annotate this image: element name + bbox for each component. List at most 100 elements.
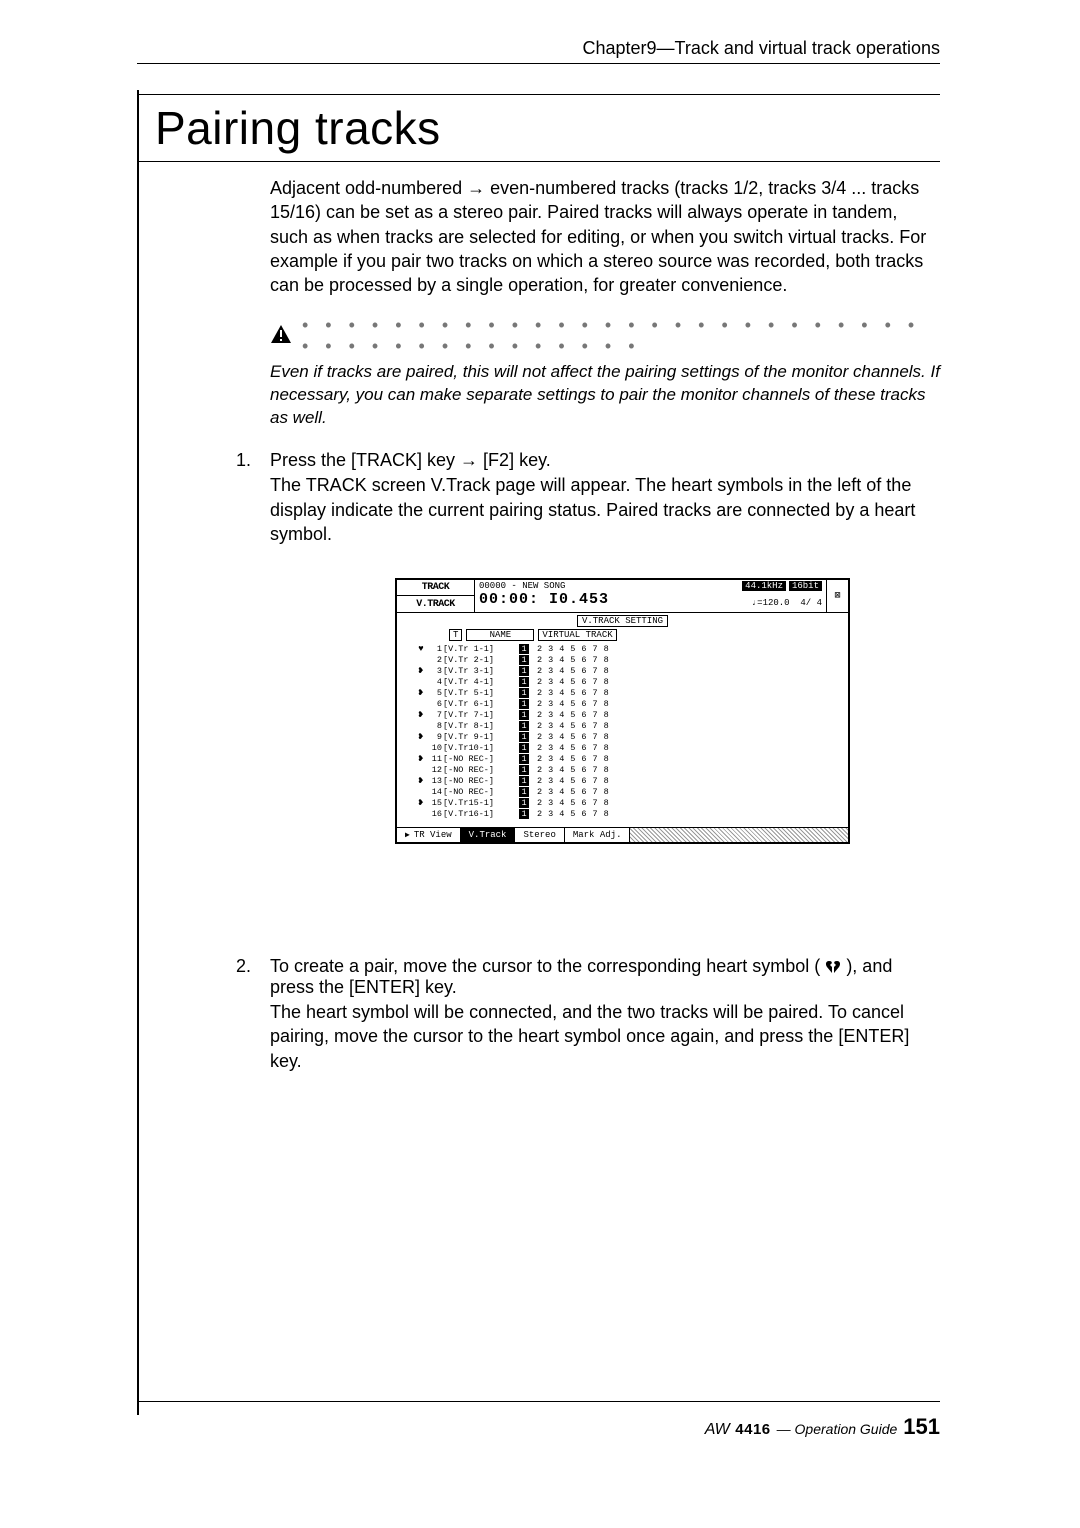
pair-heart-icon: ❥: [415, 710, 427, 720]
vtrack-numbers: 2345678: [529, 710, 615, 720]
lcd-bottom-tab-label: Stereo: [523, 830, 555, 840]
track-name: [-NO REC-]: [443, 754, 517, 764]
vtrack-numbers: 2345678: [529, 666, 615, 676]
lcd-bottom-tab: Mark Adj.: [565, 828, 631, 842]
step-1-heading: Press the [TRACK] key → [F2] key.: [270, 450, 940, 471]
vtrack-numbers: 2345678: [529, 688, 615, 698]
current-vtrack: 1: [519, 688, 529, 698]
lcd-track-row: 14[-NO REC-]12345678: [415, 786, 838, 797]
track-name: [V.Tr 4-1]: [443, 677, 517, 687]
step-1: 1. Press the [TRACK] key → [F2] key. The…: [270, 450, 940, 546]
lcd-bottom-fill: [630, 828, 848, 842]
lcd-track-row: ❥15[V.Tr15-1]12345678: [415, 797, 838, 808]
current-vtrack: 1: [519, 699, 529, 709]
warning-icon: [270, 324, 292, 349]
lcd-bottom-tab-label: TR View: [414, 830, 452, 840]
current-vtrack: 1: [519, 809, 529, 819]
lcd-col-virtual-track: VIRTUAL TRACK: [538, 629, 616, 641]
step-2-number: 2.: [236, 956, 270, 1073]
pair-heart-icon: ❥: [415, 666, 427, 676]
intro-paragraph: Adjacent odd-numbered → even-numbered tr…: [270, 176, 940, 297]
footer-model: 4416: [735, 1421, 770, 1438]
pair-heart-icon: ❥: [415, 754, 427, 764]
current-vtrack: 1: [519, 765, 529, 775]
vtrack-numbers: 2345678: [529, 776, 615, 786]
track-index: 12: [427, 765, 443, 775]
track-name: [V.Tr 2-1]: [443, 655, 517, 665]
current-vtrack: 1: [519, 787, 529, 797]
vtrack-numbers: 2345678: [529, 754, 615, 764]
current-vtrack: 1: [519, 743, 529, 753]
track-index: 4: [427, 677, 443, 687]
track-name: [V.Tr16-1]: [443, 809, 517, 819]
lcd-meter: 4/ 4: [800, 598, 822, 608]
pair-heart-icon: ❥: [415, 688, 427, 698]
lcd-left-tabs: TRACK V.TRACK: [397, 580, 475, 612]
lcd-track-row: 8[V.Tr 8-1]12345678: [415, 720, 838, 731]
track-index: 3: [427, 666, 443, 676]
track-name: [V.Tr 7-1]: [443, 710, 517, 720]
lcd-badge-bitdepth: 16bit: [789, 581, 822, 591]
lcd-col-name: NAME: [466, 629, 534, 641]
track-index: 1: [427, 644, 443, 654]
lcd-bottom-tab: Stereo: [515, 828, 564, 842]
track-index: 7: [427, 710, 443, 720]
lcd-tempo: ♩=120.0: [752, 598, 790, 608]
vtrack-numbers: 2345678: [529, 765, 615, 775]
lcd-tab-vtrack: V.TRACK: [397, 596, 474, 612]
lcd-mark-icon: ⊠: [826, 580, 848, 612]
step-1-description: The TRACK screen V.Track page will appea…: [270, 473, 940, 546]
lcd-track-row: 10[V.Tr10-1]12345678: [415, 742, 838, 753]
vtrack-numbers: 2345678: [529, 798, 615, 808]
play-icon: ▶: [405, 830, 410, 840]
footer-guide: — Operation Guide: [777, 1421, 898, 1437]
lcd-badge-samplerate: 44.1kHz: [742, 581, 786, 591]
lcd-track-row: ❥11[-NO REC-]12345678: [415, 753, 838, 764]
vtrack-numbers: 2345678: [529, 677, 615, 687]
lcd-bottom-tab-label: V.Track: [469, 830, 507, 840]
step-2: 2. To create a pair, move the cursor to …: [270, 956, 940, 1073]
lcd-track-row: 6[V.Tr 6-1]12345678: [415, 698, 838, 709]
lcd-bottom-tab: V.Track: [461, 828, 516, 842]
lcd-track-row: ❥9[V.Tr 9-1]12345678: [415, 731, 838, 742]
current-vtrack: 1: [519, 644, 529, 654]
vtrack-numbers: 2345678: [529, 655, 615, 665]
section-title: Pairing tracks: [155, 101, 940, 155]
current-vtrack: 1: [519, 710, 529, 720]
lcd-track-row: ❥7[V.Tr 7-1]12345678: [415, 709, 838, 720]
lcd-timecode: 00:00: I0.453: [479, 591, 609, 608]
track-name: [V.Tr10-1]: [443, 743, 517, 753]
heart-broken-icon: [825, 956, 846, 976]
header-chapter: Chapter9—Track and virtual track operati…: [583, 38, 941, 59]
vtrack-numbers: 2345678: [529, 699, 615, 709]
track-name: [-NO REC-]: [443, 765, 517, 775]
section-title-block: Pairing tracks: [137, 94, 940, 162]
current-vtrack: 1: [519, 677, 529, 687]
track-index: 2: [427, 655, 443, 665]
lcd-column-headers: T NAME VIRTUAL TRACK: [397, 629, 848, 643]
track-name: [V.Tr 1-1]: [443, 644, 517, 654]
footer-page-number: 151: [903, 1414, 940, 1440]
header-rule: [137, 63, 940, 64]
current-vtrack: 1: [519, 754, 529, 764]
current-vtrack: 1: [519, 776, 529, 786]
lcd-bottom-tab-label: Mark Adj.: [573, 830, 622, 840]
track-name: [V.Tr 5-1]: [443, 688, 517, 698]
current-vtrack: 1: [519, 655, 529, 665]
track-name: [V.Tr 3-1]: [443, 666, 517, 676]
track-name: [-NO REC-]: [443, 776, 517, 786]
lcd-track-row: 12[-NO REC-]12345678: [415, 764, 838, 775]
lcd-track-row: 4[V.Tr 4-1]12345678: [415, 676, 838, 687]
track-name: [V.Tr 6-1]: [443, 699, 517, 709]
lcd-track-row: ♥1[V.Tr 1-1]12345678: [415, 643, 838, 654]
pair-heart-icon: ❥: [415, 732, 427, 742]
lcd-section-title: V.TRACK SETTING: [397, 613, 848, 629]
lcd-bottom-tabs: ▶ TR View V.Track Stereo Mark Adj.: [397, 827, 848, 842]
warning-callout: • • • • • • • • • • • • • • • • • • • • …: [270, 315, 940, 430]
lcd-song-id: 00000 - NEW SONG: [479, 581, 565, 591]
lcd-tab-track: TRACK: [397, 580, 474, 596]
lcd-track-row: 2[V.Tr 2-1]12345678: [415, 654, 838, 665]
current-vtrack: 1: [519, 732, 529, 742]
track-index: 9: [427, 732, 443, 742]
vtrack-numbers: 2345678: [529, 644, 615, 654]
